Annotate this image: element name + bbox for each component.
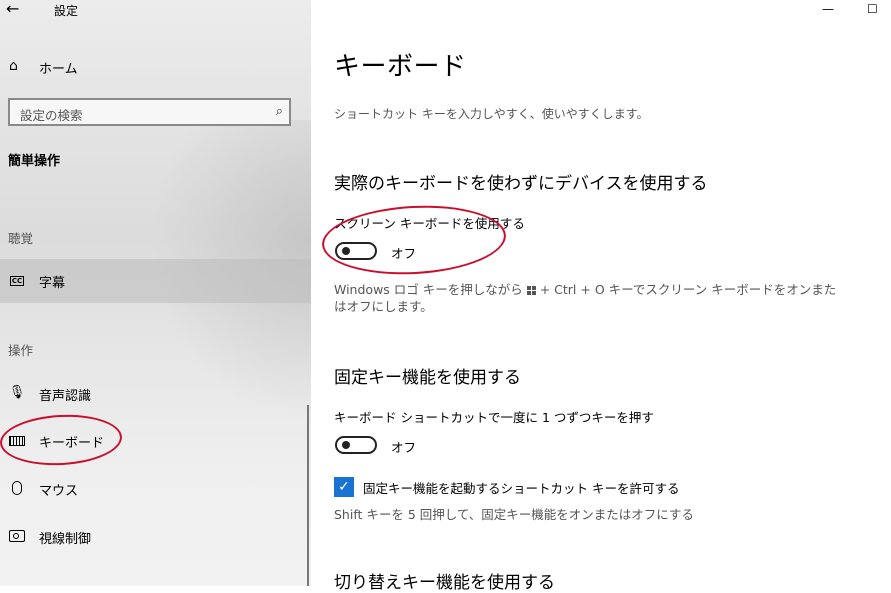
checkmark-icon: ✓	[338, 479, 350, 495]
sticky-shortcut-checkbox[interactable]: ✓	[334, 477, 354, 497]
section-title-onscreen: 実際のキーボードを使わずにデバイスを使用する	[334, 174, 708, 194]
sidebar-item-label: 音声認識	[39, 389, 92, 404]
group-label-hearing: 聴覚	[8, 231, 34, 246]
sidebar-item-label: マウス	[39, 484, 79, 499]
minimize-button[interactable]: —	[822, 2, 834, 16]
windows-logo-icon	[526, 286, 536, 295]
window-title: 設定	[54, 4, 79, 18]
section-title-sticky: 固定キー機能を使用する	[334, 368, 521, 388]
sidebar-item-label: 視線制御	[39, 532, 92, 547]
sidebar-item-home[interactable]: ⌂ ホーム	[0, 52, 311, 80]
microphone-icon: 🎙︎	[8, 385, 26, 400]
back-arrow-icon: ←	[6, 0, 20, 18]
sidebar-item-speech[interactable]: 🎙︎ 音声認識	[0, 372, 311, 416]
home-icon: ⌂	[9, 58, 18, 74]
maximize-button[interactable]: ☐	[867, 2, 878, 16]
group-label-interaction: 操作	[8, 343, 34, 358]
search-placeholder: 設定の検索	[20, 108, 83, 123]
search-icon: ⌕	[275, 104, 283, 119]
sidebar-item-label: キーボード	[39, 436, 105, 451]
sticky-keys-label: キーボード ショートカットで一度に 1 つずつキーを押す	[334, 410, 654, 425]
sidebar: ← 設定 ⌂ ホーム 設定の検索 ⌕ 簡単操作 聴覚 CC 字幕 操作 🎙︎ 音…	[0, 0, 311, 586]
sidebar-item-label: 字幕	[39, 276, 66, 291]
category-title: 簡単操作	[8, 154, 61, 169]
onscreen-keyboard-state: オフ	[391, 246, 417, 261]
sidebar-item-captions[interactable]: CC 字幕	[0, 259, 311, 303]
onscreen-keyboard-toggle[interactable]	[335, 242, 377, 260]
eye-control-icon	[8, 528, 26, 546]
sticky-keys-state: オフ	[391, 440, 417, 455]
maximize-icon: ☐	[867, 2, 878, 16]
onscreen-keyboard-help: Windows ロゴ キーを押しながら + Ctrl + O キーでスクリーン …	[334, 282, 837, 314]
sidebar-item-mouse[interactable]: マウス	[0, 467, 311, 511]
main-panel: — ☐ キーボード ショートカット キーを入力しやすく、使いやすくします。 実際…	[311, 0, 891, 593]
page-description: ショートカット キーを入力しやすく、使いやすくします。	[334, 107, 649, 121]
minimize-icon: —	[822, 2, 834, 16]
sidebar-item-keyboard[interactable]: キーボード	[0, 419, 311, 463]
sidebar-item-eye-control[interactable]: 視線制御	[0, 515, 311, 559]
cc-icon: CC	[9, 276, 25, 286]
sticky-keys-toggle[interactable]	[335, 436, 377, 454]
sticky-keys-help: Shift キーを 5 回押して、固定キー機能をオンまたはオフにする	[334, 507, 694, 522]
sidebar-item-label: ホーム	[39, 62, 78, 77]
sticky-shortcut-checkbox-label: 固定キー機能を起動するショートカット キーを許可する	[363, 481, 680, 496]
sidebar-scrollbar[interactable]	[307, 405, 309, 586]
back-button[interactable]: ←	[6, 0, 26, 20]
keyboard-icon	[8, 432, 26, 450]
section-title-toggle-keys: 切り替えキー機能を使用する	[334, 573, 555, 593]
page-title: キーボード	[334, 52, 467, 82]
onscreen-keyboard-label: スクリーン キーボードを使用する	[334, 216, 525, 231]
mouse-icon	[8, 480, 26, 499]
search-input[interactable]: 設定の検索 ⌕	[8, 98, 291, 126]
